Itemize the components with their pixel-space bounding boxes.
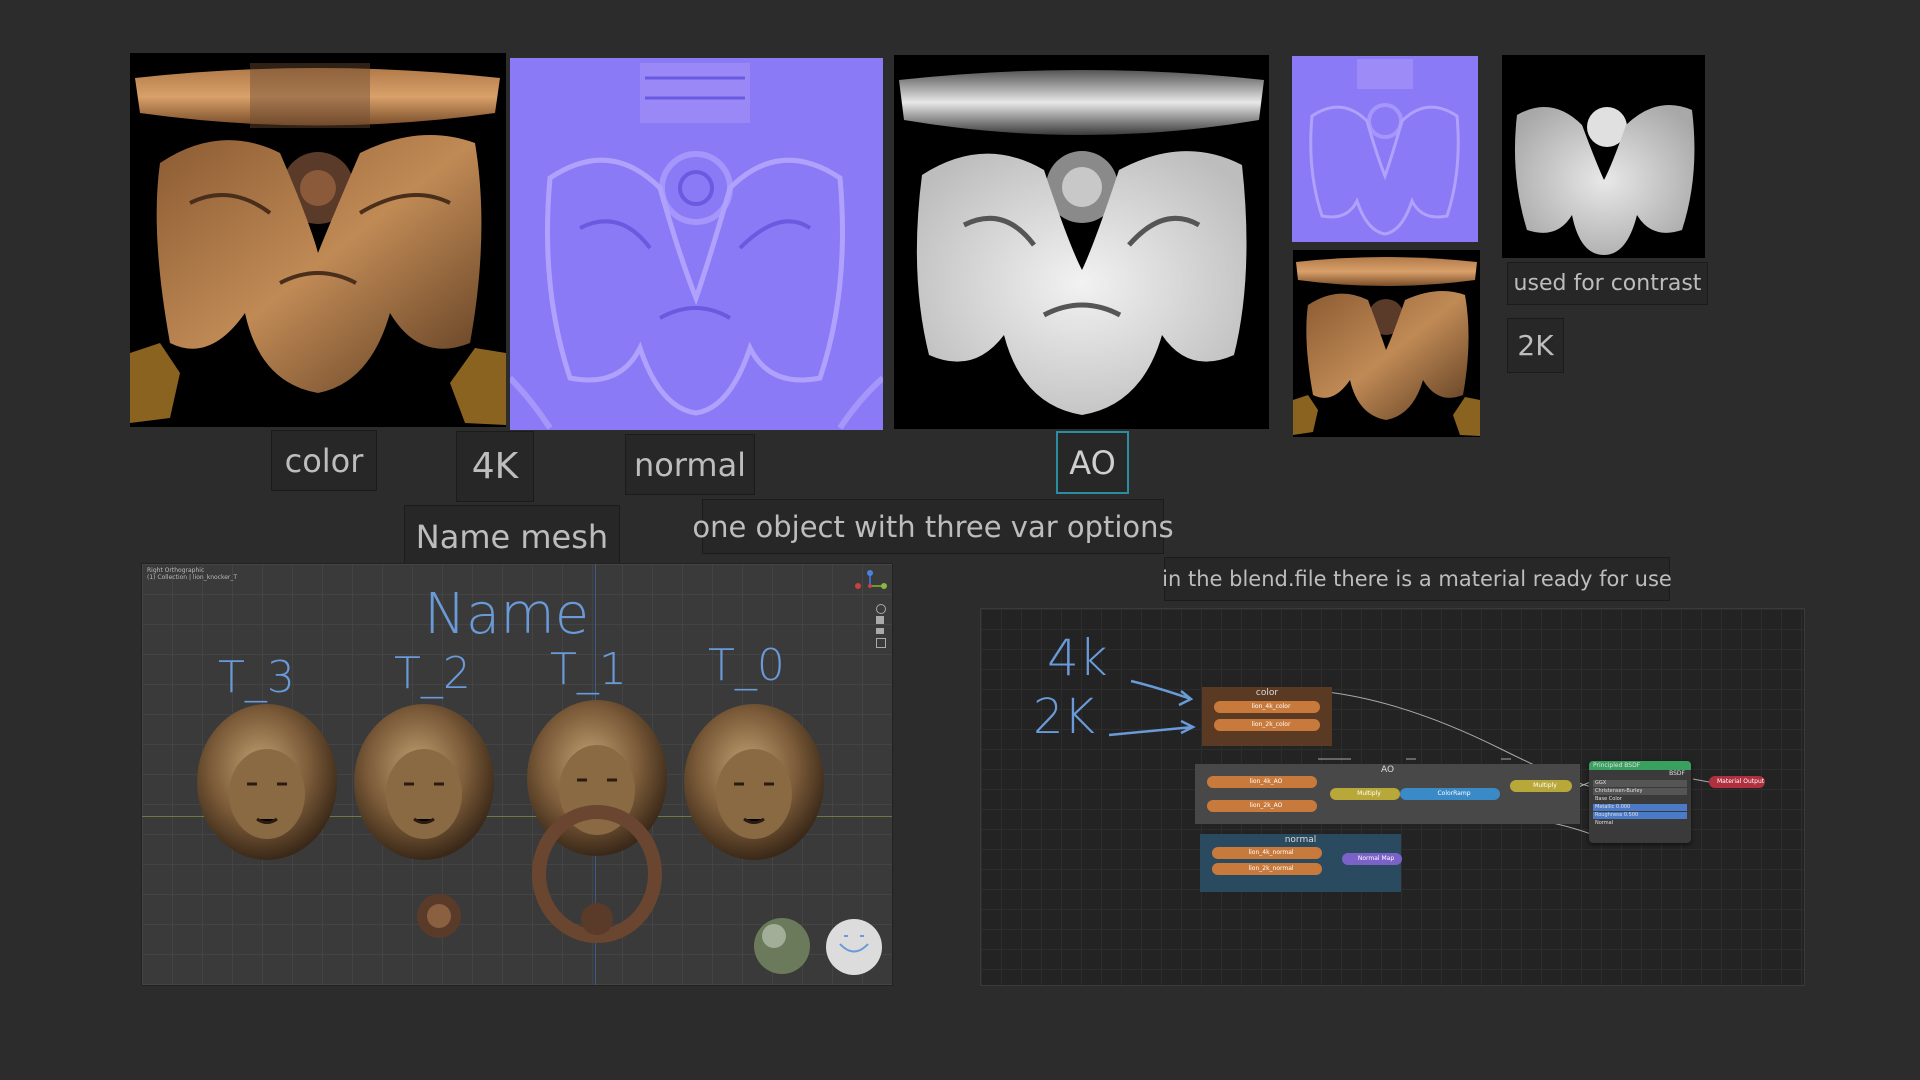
color-texture-node-4k[interactable]: lion_4k_color bbox=[1214, 701, 1320, 713]
bsdf-output-label: BSDF bbox=[1669, 770, 1685, 777]
bsdf-title: Principled BSDF bbox=[1589, 761, 1691, 770]
bsdf-row-base-color: Base Color bbox=[1595, 796, 1622, 802]
ao-multiply-node[interactable]: Multiply bbox=[1330, 788, 1400, 800]
normal-texture-2k bbox=[1292, 56, 1478, 242]
ao-texture-node-4k[interactable]: lion_4k_AO bbox=[1207, 776, 1317, 788]
material-output-node[interactable]: Material Output bbox=[1709, 776, 1765, 788]
ao-frame[interactable]: AO lion_4k_AO lion_2k_AO Multiply ColorR… bbox=[1195, 764, 1580, 824]
normal-texture-node-4k[interactable]: lion_4k_normal bbox=[1212, 847, 1322, 859]
hdri-preview-sphere bbox=[754, 918, 810, 974]
resolution-2k-label: 2K bbox=[1507, 318, 1564, 373]
lion-t1 bbox=[527, 700, 667, 943]
lion-t2 bbox=[354, 704, 494, 938]
color-texture-2k bbox=[1293, 250, 1480, 437]
color-texture-node-2k[interactable]: lion_2k_color bbox=[1214, 719, 1320, 731]
normal-label: normal bbox=[625, 434, 755, 495]
used-for-contrast-label: used for contrast bbox=[1507, 262, 1708, 305]
normal-map-node[interactable]: Normal Map bbox=[1342, 853, 1402, 865]
principled-bsdf-node[interactable]: Principled BSDF BSDF GGX Christensen-Bur… bbox=[1589, 761, 1691, 843]
bsdf-row-roughness[interactable]: Roughness 0.500 bbox=[1593, 812, 1687, 819]
color-frame-title: color bbox=[1255, 688, 1279, 698]
color-label: color bbox=[271, 430, 377, 491]
name-mesh-label: Name mesh bbox=[404, 505, 620, 568]
color-texture-map bbox=[130, 53, 506, 427]
normal-texture-map bbox=[510, 58, 883, 430]
ao-multiply-node-2[interactable]: Multiply bbox=[1510, 780, 1572, 792]
normal-frame[interactable]: normal lion_4k_normal lion_2k_normal Nor… bbox=[1200, 834, 1402, 892]
ao-texture-map bbox=[894, 55, 1269, 429]
lion-t3 bbox=[197, 704, 337, 860]
bsdf-row-subsurface[interactable]: Christensen-Burley bbox=[1593, 788, 1687, 795]
blend-file-note: in the blend.file there is a material re… bbox=[1162, 557, 1672, 601]
3d-viewport[interactable]: Right Orthographic (1) Collection | lion… bbox=[141, 563, 893, 986]
ao-colorramp-node[interactable]: ColorRamp bbox=[1400, 788, 1500, 800]
shader-node-editor[interactable]: 4k 2K color lion_4k_color lion_2k_color … bbox=[980, 608, 1805, 986]
bsdf-row-distribution[interactable]: GGX bbox=[1593, 780, 1687, 787]
ao-label: AO bbox=[1056, 431, 1129, 494]
contrast-texture-map bbox=[1502, 55, 1705, 258]
ao-texture-node-2k[interactable]: lion_2k_AO bbox=[1207, 800, 1317, 812]
color-frame[interactable]: color lion_4k_color lion_2k_color bbox=[1202, 687, 1332, 746]
normal-frame-title: normal bbox=[1284, 835, 1317, 845]
one-object-label: one object with three var options bbox=[692, 499, 1174, 554]
normal-texture-node-2k[interactable]: lion_2k_normal bbox=[1212, 863, 1322, 875]
lion-mesh-variants[interactable] bbox=[142, 564, 892, 985]
matcap-preview-sphere bbox=[826, 919, 882, 975]
ao-frame-title: AO bbox=[1380, 765, 1395, 775]
resolution-4k-label: 4K bbox=[456, 431, 534, 502]
bsdf-row-metallic[interactable]: Metallic 0.000 bbox=[1593, 804, 1687, 811]
bsdf-row-normal: Normal bbox=[1595, 820, 1614, 826]
lion-t0 bbox=[684, 704, 824, 860]
